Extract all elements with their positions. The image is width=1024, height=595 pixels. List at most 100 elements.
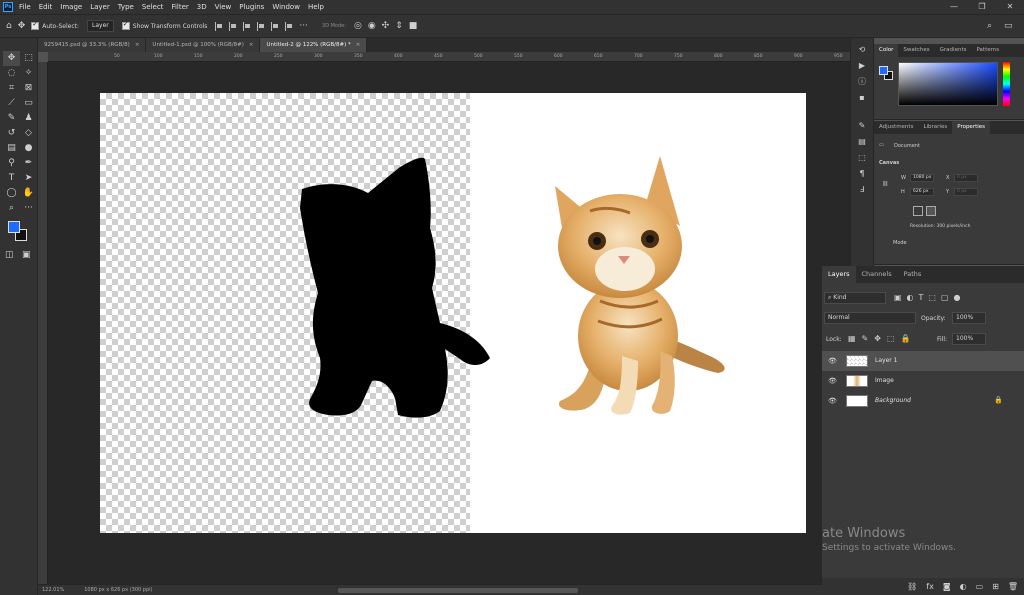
home-icon[interactable]: ⌂ [6,21,12,31]
menu-view[interactable]: View [215,3,232,11]
color-panel-foreground-swatch[interactable] [879,66,888,75]
close-icon[interactable]: × [135,42,140,48]
align-bottom-icon[interactable] [243,21,252,31]
minimize-button[interactable]: — [940,0,968,14]
move-tool-icon[interactable]: ✥ [18,21,26,31]
menu-file[interactable]: File [19,3,31,11]
tab-layers[interactable]: Layers [822,266,856,283]
adjustment-layer-icon[interactable]: ◐ [960,582,967,591]
y-field[interactable]: 0 px [954,188,978,196]
actions-icon[interactable]: ▶ [851,58,873,74]
document-canvas[interactable] [100,93,806,533]
menu-image[interactable]: Image [60,3,82,11]
new-layer-icon[interactable]: ⊞ [992,582,999,591]
adjustments-icon[interactable]: ▤ [851,134,873,150]
width-field[interactable]: 1080 px [910,174,934,182]
tab-properties[interactable]: Properties [952,121,991,134]
menu-select[interactable]: Select [142,3,164,11]
menu-plugins[interactable]: Plugins [239,3,264,11]
delete-layer-icon[interactable]: 🗑 [1008,582,1018,591]
gradient-tool-icon[interactable]: ▤ [3,141,20,156]
lock-icons[interactable]: ▦✎✥⬚🔒 [848,334,916,343]
more-tools-icon[interactable]: ··· [20,201,37,216]
align-left-icon[interactable] [257,21,266,31]
tab-swatches[interactable]: Swatches [898,44,934,57]
visibility-eye-icon[interactable]: 👁 [828,397,837,405]
dodge-tool-icon[interactable]: ⚲ [3,156,20,171]
add-mask-icon[interactable]: ◙ [943,582,951,591]
close-icon[interactable]: × [249,42,254,48]
visibility-eye-icon[interactable]: 👁 [828,357,837,365]
menu-window[interactable]: Window [272,3,300,11]
move-tool-icon[interactable]: ✥ [3,51,20,66]
menu-3d[interactable]: 3D [197,3,207,11]
tab-document-1[interactable]: 9259415.psd @ 33.3% (RGB/8) × [38,38,147,52]
tab-paths[interactable]: Paths [898,266,928,283]
pan-3d-icon[interactable]: ✣ [382,21,390,31]
restore-button[interactable]: ❐ [968,0,996,14]
healing-tool-icon[interactable]: ▭ [20,96,37,111]
blur-tool-icon[interactable]: ● [20,141,37,156]
comments-icon[interactable]: ▪ [851,90,873,106]
layer-row-image[interactable]: 👁 Image [822,371,1024,391]
tab-document-3[interactable]: Untitled-2 @ 122% (RGB/8#) * × [260,38,368,52]
stamp-tool-icon[interactable]: ♟ [20,111,37,126]
more-options-icon[interactable]: ··· [299,21,308,31]
blend-mode-dropdown[interactable]: Normal [824,312,916,324]
tab-channels[interactable]: Channels [856,266,898,283]
path-selection-tool-icon[interactable]: ➤ [20,171,37,186]
shape-tool-icon[interactable]: ◯ [3,186,20,201]
tab-libraries[interactable]: Libraries [918,121,952,134]
marquee-tool-icon[interactable]: ⬚ [20,51,37,66]
pen-tool-icon[interactable]: ✒ [20,156,37,171]
menu-layer[interactable]: Layer [90,3,110,11]
close-window-button[interactable]: ✕ [996,0,1024,14]
link-layers-icon[interactable]: ⛓ [907,582,917,591]
screen-mode-icon[interactable]: ▣ [22,250,31,260]
frame-tool-icon[interactable]: ⊠ [20,81,37,96]
history-icon[interactable]: ⟲ [851,42,873,58]
layer-row-layer-1[interactable]: 👁 Layer 1 [822,351,1024,371]
menu-help[interactable]: Help [308,3,324,11]
layer-style-icon[interactable]: fx [926,582,934,591]
paragraph-icon[interactable]: ¶ [851,166,873,182]
tab-adjustments[interactable]: Adjustments [874,121,918,134]
layer-filter-dropdown[interactable]: ⌕ Kind [824,292,886,304]
menu-edit[interactable]: Edit [39,3,53,11]
align-right-icon[interactable] [285,21,294,31]
brush-tool-icon[interactable]: ✎ [3,111,20,126]
auto-select-checkbox[interactable] [31,20,40,30]
portrait-orientation-icon[interactable] [913,206,923,216]
quick-mask-icon[interactable]: ◫ [5,250,14,260]
align-top-icon[interactable] [215,21,224,31]
lasso-tool-icon[interactable]: ◌ [3,66,20,81]
slide-3d-icon[interactable]: ⇕ [395,21,403,31]
landscape-orientation-icon[interactable] [926,206,936,216]
scale-3d-icon[interactable]: ■ [409,21,418,31]
fill-field[interactable]: 100% [952,333,986,345]
visibility-eye-icon[interactable]: 👁 [828,377,837,385]
menu-type[interactable]: Type [118,3,134,11]
align-middle-icon[interactable] [229,21,238,31]
tab-color[interactable]: Color [874,44,899,57]
character-icon[interactable]: Ⅎ [851,182,873,198]
magic-wand-tool-icon[interactable]: ✧ [20,66,37,81]
new-group-icon[interactable]: ▭ [976,582,984,591]
color-picker-field[interactable] [898,62,998,106]
zoom-tool-icon[interactable]: ⌕ [3,201,20,216]
workspace-icon[interactable]: ▭ [1004,21,1013,31]
layer-filter-icons[interactable]: ▣◐T⬚▢● [894,293,966,302]
tab-patterns[interactable]: Patterns [971,44,1004,57]
history-brush-tool-icon[interactable]: ↺ [3,126,20,141]
tab-document-2[interactable]: Untitled-1.psd @ 100% (RGB/8#) × [146,38,261,52]
styles-icon[interactable]: ⬚ [851,150,873,166]
transform-controls-checkbox[interactable] [121,20,130,30]
roll-3d-icon[interactable]: ◉ [368,21,376,31]
eraser-tool-icon[interactable]: ◇ [20,126,37,141]
tab-gradients[interactable]: Gradients [935,44,972,57]
x-field[interactable]: 0 px [954,174,978,182]
orbit-3d-icon[interactable]: ◎ [354,21,362,31]
zoom-level[interactable]: 122.01% [42,587,64,593]
horizontal-scrollbar[interactable] [338,588,578,593]
brush-settings-icon[interactable]: ✎ [851,118,873,134]
